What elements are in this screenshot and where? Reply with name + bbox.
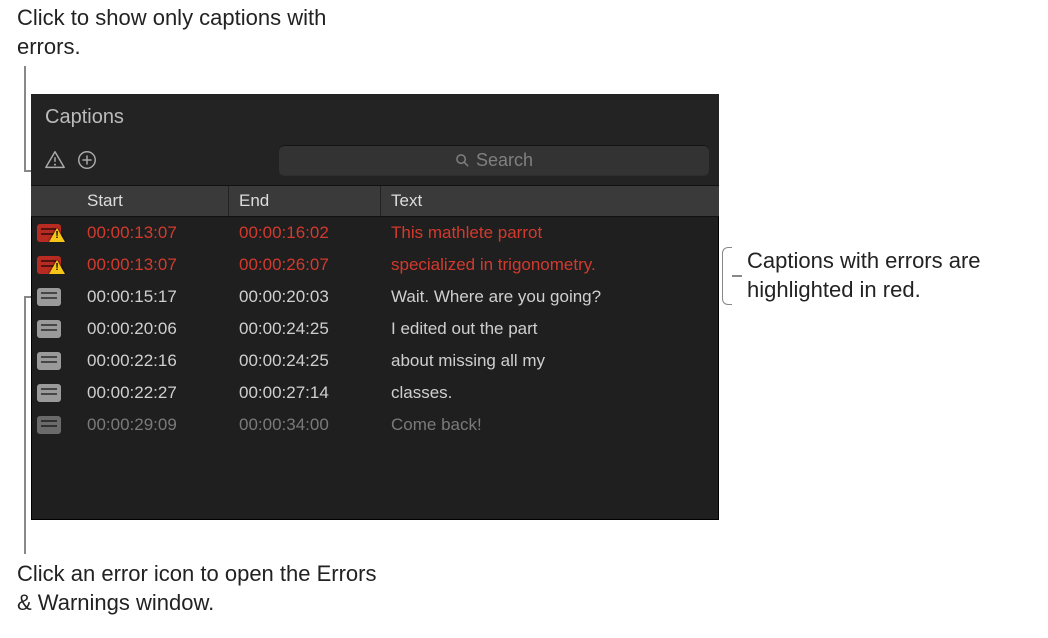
cell-text: Wait. Where are you going? bbox=[381, 287, 719, 307]
cell-start: 00:00:15:17 bbox=[77, 287, 229, 307]
cell-end: 00:00:24:25 bbox=[229, 319, 381, 339]
cell-start: 00:00:22:27 bbox=[77, 383, 229, 403]
callout-line-top bbox=[24, 66, 26, 170]
callout-line-bottom bbox=[24, 296, 26, 554]
col-text[interactable]: Text bbox=[381, 186, 719, 216]
cell-text: Come back! bbox=[381, 415, 719, 435]
plus-circle-icon bbox=[76, 149, 98, 171]
table-row[interactable]: 00:00:29:0900:00:34:00Come back! bbox=[31, 409, 719, 441]
cell-text: This mathlete parrot bbox=[381, 223, 719, 243]
cell-start: 00:00:29:09 bbox=[77, 415, 229, 435]
cell-text: classes. bbox=[381, 383, 719, 403]
cell-start: 00:00:22:16 bbox=[77, 351, 229, 371]
captions-panel: Captions Search Start End bbox=[31, 94, 719, 520]
cell-end: 00:00:16:02 bbox=[229, 223, 381, 243]
table-row[interactable]: 00:00:22:2700:00:27:14classes. bbox=[31, 377, 719, 409]
caption-icon bbox=[37, 352, 61, 370]
callout-top: Click to show only captions with errors. bbox=[17, 4, 377, 61]
search-icon bbox=[455, 153, 470, 168]
cell-text: specialized in trigonometry. bbox=[381, 255, 719, 275]
cell-start: 00:00:13:07 bbox=[77, 255, 229, 275]
warning-icon bbox=[49, 228, 65, 242]
row-error-icon bbox=[31, 416, 77, 434]
col-start[interactable]: Start bbox=[77, 186, 229, 216]
cell-start: 00:00:13:07 bbox=[77, 223, 229, 243]
search-placeholder: Search bbox=[476, 150, 533, 171]
caption-icon bbox=[37, 384, 61, 402]
warning-icon bbox=[49, 260, 65, 274]
callout-bottom: Click an error icon to open the Errors &… bbox=[17, 560, 397, 617]
table-row[interactable]: 00:00:13:0700:00:26:07specialized in tri… bbox=[31, 249, 719, 281]
row-error-icon[interactable] bbox=[31, 224, 77, 242]
cell-end: 00:00:20:03 bbox=[229, 287, 381, 307]
panel-title: Captions bbox=[31, 94, 719, 139]
table-row[interactable]: 00:00:20:0600:00:24:25I edited out the p… bbox=[31, 313, 719, 345]
table-header: Start End Text bbox=[31, 185, 719, 217]
table-row[interactable]: 00:00:22:1600:00:24:25about missing all … bbox=[31, 345, 719, 377]
table-row[interactable]: 00:00:15:1700:00:20:03Wait. Where are yo… bbox=[31, 281, 719, 313]
callout-right: Captions with errors are highlighted in … bbox=[747, 247, 1037, 304]
col-icon[interactable] bbox=[31, 186, 77, 216]
cell-text: about missing all my bbox=[381, 351, 719, 371]
cell-start: 00:00:20:06 bbox=[77, 319, 229, 339]
table-row[interactable]: 00:00:13:0700:00:16:02This mathlete parr… bbox=[31, 217, 719, 249]
cell-end: 00:00:27:14 bbox=[229, 383, 381, 403]
cell-end: 00:00:26:07 bbox=[229, 255, 381, 275]
filter-errors-button[interactable] bbox=[41, 147, 69, 173]
row-error-icon bbox=[31, 288, 77, 306]
caption-icon bbox=[37, 416, 61, 434]
search-input[interactable]: Search bbox=[279, 145, 709, 175]
callout-line-right bbox=[732, 275, 742, 277]
row-error-icon bbox=[31, 352, 77, 370]
cell-end: 00:00:34:00 bbox=[229, 415, 381, 435]
row-error-icon[interactable] bbox=[31, 256, 77, 274]
cell-end: 00:00:24:25 bbox=[229, 351, 381, 371]
row-error-icon bbox=[31, 320, 77, 338]
callout-bracket-right bbox=[722, 247, 732, 305]
add-caption-button[interactable] bbox=[73, 147, 101, 173]
table-body: 00:00:13:0700:00:16:02This mathlete parr… bbox=[31, 217, 719, 441]
warning-triangle-icon bbox=[44, 149, 66, 171]
row-error-icon bbox=[31, 384, 77, 402]
toolbar: Search bbox=[31, 139, 719, 185]
col-end[interactable]: End bbox=[229, 186, 381, 216]
caption-icon bbox=[37, 288, 61, 306]
caption-icon bbox=[37, 320, 61, 338]
cell-text: I edited out the part bbox=[381, 319, 719, 339]
